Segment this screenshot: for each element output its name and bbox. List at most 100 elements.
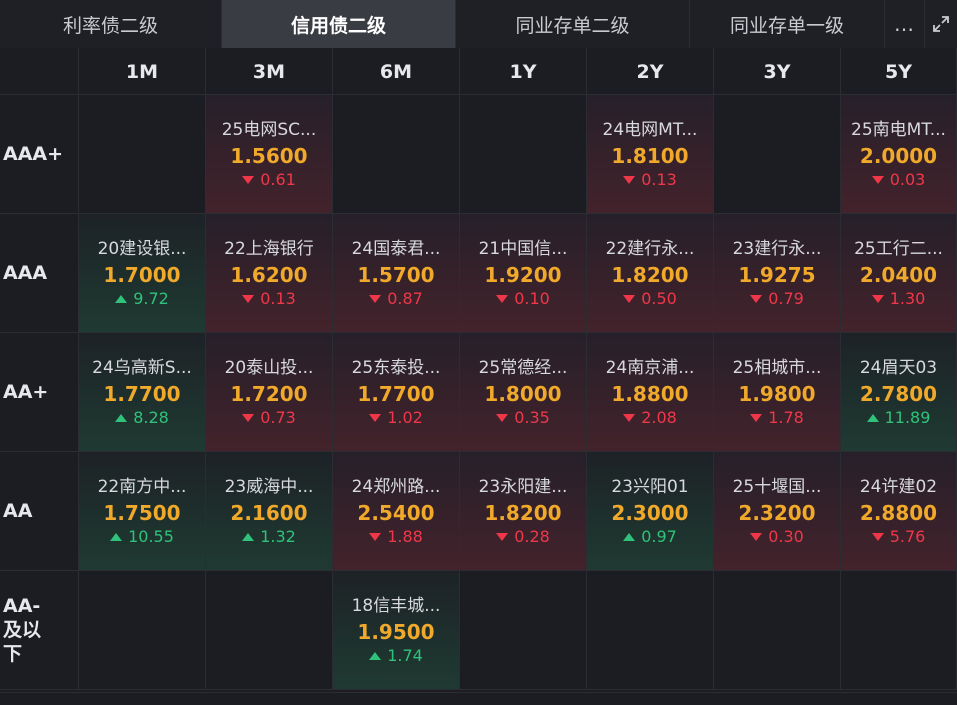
tenor-header-6m[interactable]: 6M [333, 48, 460, 95]
empty-cell [460, 571, 587, 689]
bond-cell[interactable]: 24许建02 2.8800 5.76 [841, 452, 957, 570]
bond-cell[interactable]: 22上海银行 1.6200 0.13 [206, 214, 333, 332]
arrow-down-icon [242, 176, 255, 184]
bond-cell[interactable]: 24电网MT... 1.8100 0.13 [587, 95, 714, 213]
bond-change: 0.10 [496, 288, 550, 310]
arrow-down-icon [750, 414, 763, 422]
bond-cell[interactable]: 25常德经... 1.8000 0.35 [460, 333, 587, 451]
change-value: 1.32 [260, 527, 296, 546]
bond-name: 24国泰君... [351, 239, 441, 259]
arrow-down-icon [242, 414, 255, 422]
bond-name: 25相城市... [732, 358, 822, 378]
bond-cell[interactable]: 23永阳建... 1.8200 0.28 [460, 452, 587, 570]
rating-label: AA [0, 452, 79, 570]
tenor-header-row: 1M 3M 6M 1Y 2Y 3Y 5Y [0, 48, 957, 95]
change-value: 0.13 [260, 289, 296, 308]
bond-cell[interactable]: 24国泰君... 1.5700 0.87 [333, 214, 460, 332]
bond-cell[interactable]: 24郑州路... 2.5400 1.88 [333, 452, 460, 570]
corner-cell [0, 48, 79, 94]
empty-cell [333, 95, 460, 213]
tenor-header-2y[interactable]: 2Y [587, 48, 714, 95]
bond-yield: 2.5400 [357, 501, 435, 525]
empty-cell [714, 571, 841, 689]
bond-cell[interactable]: 25电网SC... 1.5600 0.61 [206, 95, 333, 213]
bond-name: 21中国信... [478, 239, 568, 259]
bond-change: 1.02 [369, 407, 423, 429]
rating-label: AAA [0, 214, 79, 332]
bond-cell[interactable]: 22建行永... 1.8200 0.50 [587, 214, 714, 332]
bond-cell[interactable]: 25十堰国... 2.3200 0.30 [714, 452, 841, 570]
bond-cell[interactable]: 23威海中... 2.1600 1.32 [206, 452, 333, 570]
rating-row: AAA+ 25电网SC... 1.5600 0.61 24电网MT... 1.8100 0.… [0, 95, 957, 214]
bond-name: 25南电MT... [851, 120, 946, 140]
change-value: 1.02 [387, 408, 423, 427]
arrow-down-icon [496, 295, 509, 303]
rating-tenor-grid: 1M 3M 6M 1Y 2Y 3Y 5Y AAA+ 25电网SC... 1.5600 0.61 24… [0, 48, 957, 690]
bond-change: 11.89 [866, 407, 930, 429]
bond-name: 25工行二... [854, 239, 943, 259]
change-value: 0.10 [514, 289, 550, 308]
change-value: 2.08 [641, 408, 677, 427]
bond-change: 0.13 [242, 288, 296, 310]
bond-cell[interactable]: 18信丰城... 1.9500 1.74 [333, 571, 460, 689]
tab-credit-bond-secondary[interactable]: 信用债二级 [222, 0, 456, 48]
bond-cell[interactable]: 20泰山投... 1.7200 0.73 [206, 333, 333, 451]
arrow-up-icon [866, 414, 879, 422]
bond-cell[interactable]: 25工行二... 2.0400 1.30 [841, 214, 957, 332]
bond-yield: 2.3000 [611, 501, 689, 525]
tab-ncd-primary[interactable]: 同业存单一级 [690, 0, 885, 48]
bond-cell[interactable]: 23建行永... 1.9275 0.79 [714, 214, 841, 332]
arrow-up-icon [115, 414, 128, 422]
bond-yield: 1.7500 [103, 501, 181, 525]
bond-yield: 1.9275 [738, 263, 816, 287]
bond-cell[interactable]: 24乌高新S... 1.7700 8.28 [79, 333, 206, 451]
expand-icon[interactable] [925, 0, 957, 48]
bond-name: 22南方中... [97, 477, 187, 497]
tab-bar: 利率债二级 信用债二级 同业存单二级 同业存单一级 … [0, 0, 957, 48]
bond-change: 2.08 [623, 407, 677, 429]
bond-cell[interactable]: 25南电MT... 2.0000 0.03 [841, 95, 957, 213]
bond-name: 24许建02 [859, 477, 938, 497]
bond-cell[interactable]: 24南京浦... 1.8800 2.08 [587, 333, 714, 451]
change-value: 0.79 [768, 289, 804, 308]
bond-change: 1.78 [750, 407, 804, 429]
tenor-header-3y[interactable]: 3Y [714, 48, 841, 95]
bond-change: 0.61 [242, 169, 296, 191]
arrow-down-icon [871, 533, 884, 541]
bond-cell[interactable]: 25东泰投... 1.7700 1.02 [333, 333, 460, 451]
bond-yield: 2.8800 [859, 501, 938, 525]
rating-label: AAA+ [0, 95, 79, 213]
bond-change: 0.73 [242, 407, 296, 429]
bond-change: 1.88 [369, 526, 423, 548]
bond-cell[interactable]: 20建设银... 1.7000 9.72 [79, 214, 206, 332]
more-icon[interactable]: … [885, 0, 925, 48]
bond-cell[interactable]: 21中国信... 1.9200 0.10 [460, 214, 587, 332]
tenor-header-3m[interactable]: 3M [206, 48, 333, 95]
change-value: 10.55 [128, 527, 174, 546]
change-value: 0.97 [641, 527, 677, 546]
tenor-header-5y[interactable]: 5Y [841, 48, 957, 95]
arrow-up-icon [369, 652, 382, 660]
arrow-down-icon [623, 295, 636, 303]
arrow-up-icon [242, 533, 255, 541]
bond-cell[interactable]: 24眉天03 2.7800 11.89 [841, 333, 957, 451]
bond-change: 9.72 [115, 288, 169, 310]
tab-rate-bond-secondary[interactable]: 利率债二级 [0, 0, 222, 48]
change-value: 9.72 [133, 289, 169, 308]
bond-yield: 1.6200 [230, 263, 308, 287]
bond-cell[interactable]: 23兴阳01 2.3000 0.97 [587, 452, 714, 570]
empty-cell [460, 95, 587, 213]
tab-ncd-secondary[interactable]: 同业存单二级 [456, 0, 690, 48]
arrow-down-icon [496, 533, 509, 541]
tenor-header-1y[interactable]: 1Y [460, 48, 587, 95]
bond-cell[interactable]: 25相城市... 1.9800 1.78 [714, 333, 841, 451]
empty-cell [206, 571, 333, 689]
bond-change: 0.03 [871, 169, 925, 191]
bond-cell[interactable]: 22南方中... 1.7500 10.55 [79, 452, 206, 570]
tenor-header-1m[interactable]: 1M [79, 48, 206, 95]
arrow-down-icon [750, 295, 763, 303]
bond-yield: 1.8800 [611, 382, 689, 406]
footer-strip [0, 692, 957, 705]
change-value: 1.30 [889, 289, 926, 308]
bond-yield: 1.8100 [611, 144, 689, 168]
